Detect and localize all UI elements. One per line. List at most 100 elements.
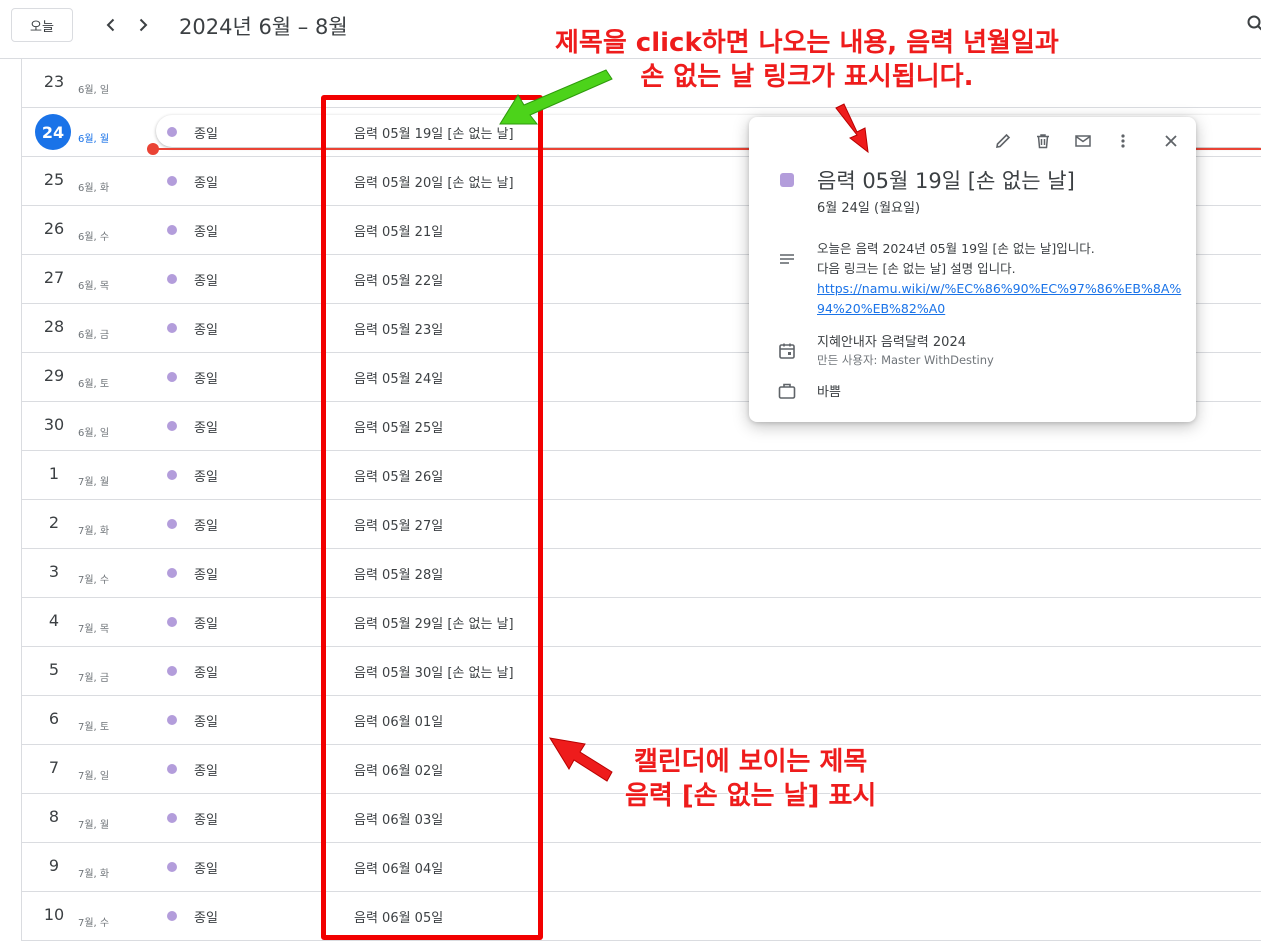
day-number[interactable]: 24 <box>35 114 71 150</box>
calendar-name: 지혜안내자 음력달력 2024 <box>817 335 966 350</box>
edit-event-button[interactable] <box>991 129 1015 153</box>
event-color-swatch <box>780 173 794 187</box>
all-day-label: 종일 <box>194 225 218 240</box>
event-title: 음력 05월 19일 [손 없는 날] <box>817 169 1075 193</box>
event-color-dot <box>167 323 177 333</box>
event-color-dot <box>167 813 177 823</box>
description-icon <box>780 254 794 264</box>
day-number[interactable]: 8 <box>42 807 66 826</box>
all-day-label: 종일 <box>194 666 218 681</box>
all-day-label: 종일 <box>194 274 218 289</box>
description-line-1: 오늘은 음력 2024년 05월 19일 [손 없는 날]입니다. <box>817 241 1095 256</box>
annotation-top-line-1: 제목을 click하면 나오는 내용, 음력 년월일과 <box>555 28 1059 58</box>
current-time-dot <box>147 143 159 155</box>
day-label: 7월, 수 <box>78 575 110 586</box>
chevron-left-icon <box>106 18 115 32</box>
availability-status: 바쁨 <box>817 385 841 400</box>
schedule-row: 9 7월, 화 종일 음력 06월 04일 <box>22 843 1261 892</box>
schedule-row: 2 7월, 화 종일 음력 05월 27일 <box>22 500 1261 549</box>
all-day-label: 종일 <box>194 813 218 828</box>
day-number[interactable]: 4 <box>42 611 66 630</box>
annotation-bottom-line-2: 음력 [손 없는 날] 표시 <box>625 781 877 811</box>
schedule-row: 4 7월, 목 종일 음력 05월 29일 [손 없는 날] <box>22 598 1261 647</box>
schedule-row: 6 7월, 토 종일 음력 06월 01일 <box>22 696 1261 745</box>
event-title-highlight-box <box>321 95 543 940</box>
day-label: 7월, 수 <box>78 918 110 929</box>
day-label: 6월, 금 <box>78 330 110 341</box>
event-color-dot <box>167 715 177 725</box>
event-color-dot <box>167 372 177 382</box>
email-guests-button[interactable] <box>1071 129 1095 153</box>
annotation-top: 제목을 click하면 나오는 내용, 음력 년월일과 손 없는 날 링크가 표… <box>555 26 1059 94</box>
day-number[interactable]: 3 <box>42 562 66 581</box>
all-day-label: 종일 <box>194 764 218 779</box>
all-day-label: 종일 <box>194 470 218 485</box>
event-color-dot <box>167 568 177 578</box>
day-label: 6월, 일 <box>78 85 110 96</box>
briefcase-icon <box>778 383 796 399</box>
description-link[interactable]: https://namu.wiki/w/%EC%86%90%EC%97%86%E… <box>817 281 1181 316</box>
calendar-icon <box>779 343 795 359</box>
day-number[interactable]: 6 <box>42 709 66 728</box>
close-icon <box>1165 135 1177 147</box>
previous-button[interactable] <box>99 13 123 37</box>
next-button[interactable] <box>131 13 155 37</box>
day-number[interactable]: 28 <box>42 317 66 336</box>
day-number[interactable]: 5 <box>42 660 66 679</box>
event-color-dot <box>167 225 177 235</box>
day-label: 7월, 목 <box>78 624 110 635</box>
day-label: 7월, 금 <box>78 673 110 684</box>
day-number[interactable]: 30 <box>42 415 66 434</box>
event-detail-popup: 음력 05월 19일 [손 없는 날] 6월 24일 (월요일) 오늘은 음력 … <box>749 117 1196 422</box>
day-label: 7월, 토 <box>78 722 110 733</box>
delete-event-button[interactable] <box>1031 129 1055 153</box>
event-color-dot <box>167 617 177 627</box>
day-number[interactable]: 1 <box>42 464 66 483</box>
day-number[interactable]: 23 <box>42 72 66 91</box>
event-color-dot <box>167 764 177 774</box>
trash-icon <box>1037 134 1049 149</box>
all-day-label: 종일 <box>194 323 218 338</box>
day-number[interactable]: 2 <box>42 513 66 532</box>
all-day-label: 종일 <box>194 911 218 926</box>
day-label: 7월, 일 <box>78 771 110 782</box>
day-label: 7월, 월 <box>78 477 110 488</box>
event-description: 오늘은 음력 2024년 05월 19일 [손 없는 날]입니다. 다음 링크는… <box>817 239 1187 319</box>
event-date: 6월 24일 (월요일) <box>817 201 921 216</box>
day-number[interactable]: 10 <box>42 905 66 924</box>
schedule-row: 1 7월, 월 종일 음력 05월 26일 <box>22 451 1261 500</box>
annotation-top-line-2: 손 없는 날 링크가 표시됩니다. <box>640 62 974 92</box>
mail-icon <box>1075 135 1091 147</box>
annotation-bottom-line-1: 캘린더에 보이는 제목 <box>633 747 868 777</box>
schedule-row: 5 7월, 금 종일 음력 05월 30일 [손 없는 날] <box>22 647 1261 696</box>
today-button[interactable]: 오늘 <box>11 8 73 42</box>
description-line-2: 다음 링크는 [손 없는 날] 설명 입니다. <box>817 261 1016 276</box>
all-day-label: 종일 <box>194 127 218 142</box>
day-number[interactable]: 27 <box>42 268 66 287</box>
event-color-dot <box>167 470 177 480</box>
all-day-label: 종일 <box>194 519 218 534</box>
event-color-dot <box>167 421 177 431</box>
event-color-dot <box>167 274 177 284</box>
more-options-button[interactable] <box>1111 129 1135 153</box>
day-label: 6월, 일 <box>78 428 110 439</box>
all-day-label: 종일 <box>194 715 218 730</box>
day-label: 6월, 수 <box>78 232 110 243</box>
more-vert-icon <box>1121 134 1125 148</box>
search-icon[interactable] <box>1246 14 1261 34</box>
day-label: 7월, 화 <box>78 526 110 537</box>
day-number[interactable]: 7 <box>42 758 66 777</box>
schedule-row: 3 7월, 수 종일 음력 05월 28일 <box>22 549 1261 598</box>
chevron-right-icon <box>139 18 148 32</box>
event-color-dot <box>167 666 177 676</box>
event-color-dot <box>167 176 177 186</box>
date-range-title: 2024년 6월 – 8월 <box>179 15 348 39</box>
close-popup-button[interactable] <box>1159 129 1183 153</box>
day-number[interactable]: 9 <box>42 856 66 875</box>
all-day-label: 종일 <box>194 372 218 387</box>
day-number[interactable]: 26 <box>42 219 66 238</box>
all-day-label: 종일 <box>194 568 218 583</box>
day-number[interactable]: 25 <box>42 170 66 189</box>
day-number[interactable]: 29 <box>42 366 66 385</box>
event-color-dot <box>167 862 177 872</box>
